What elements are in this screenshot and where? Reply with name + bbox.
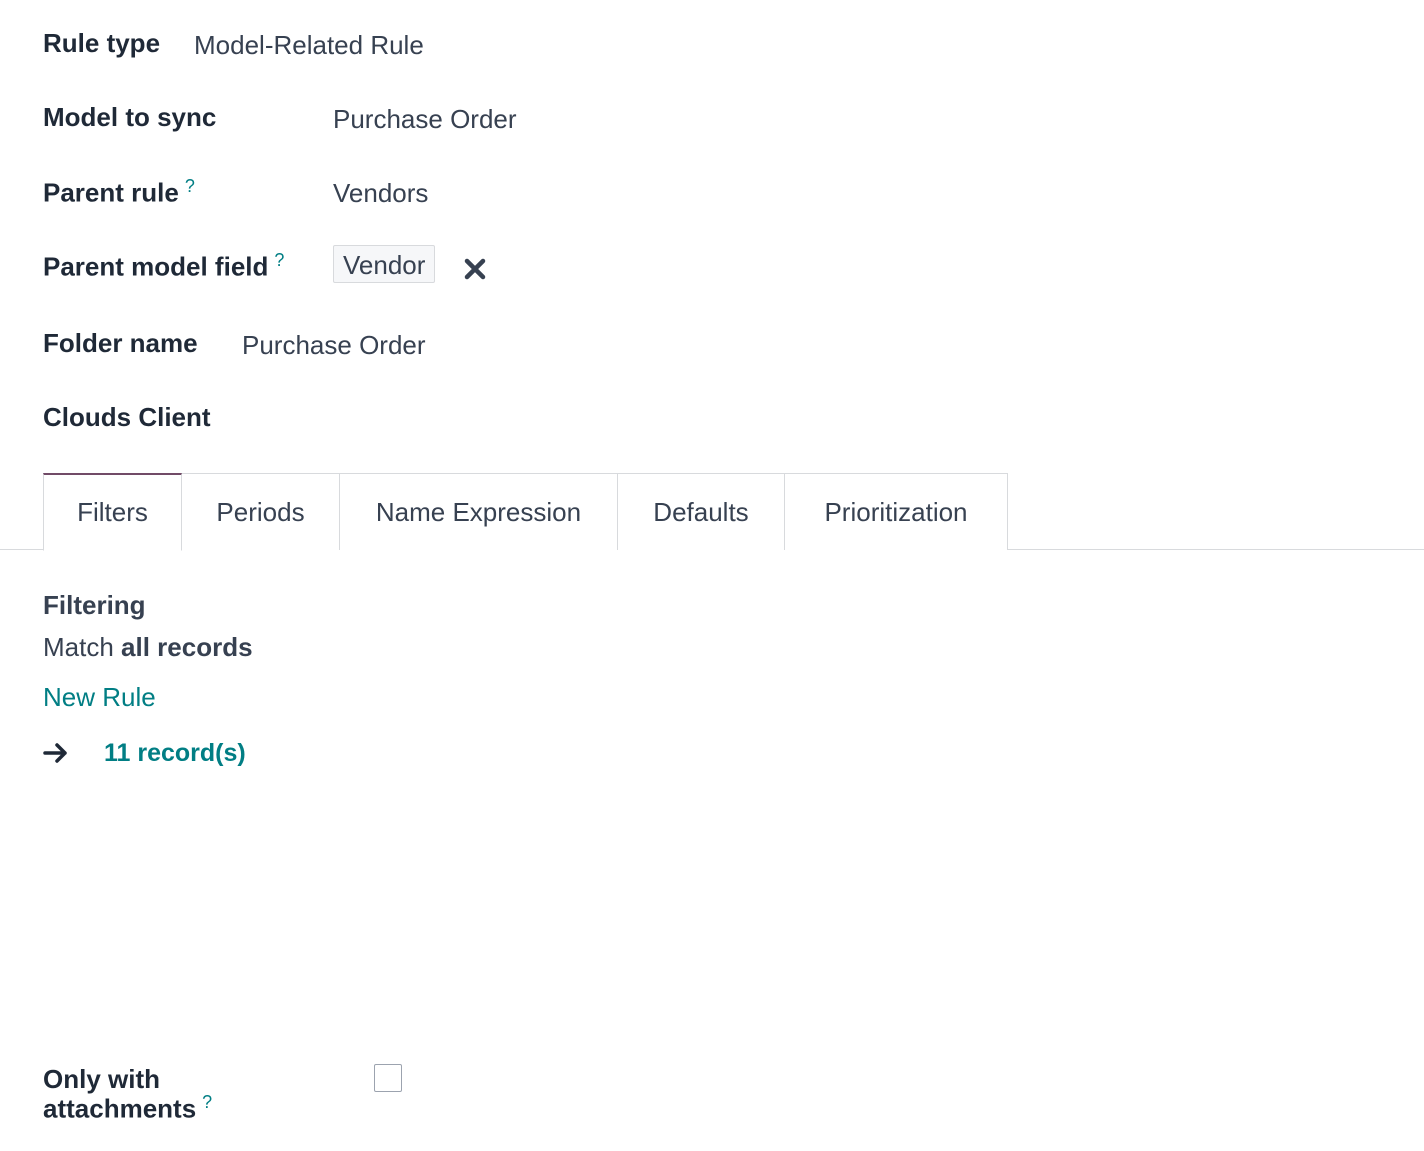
only-with-attachments-help-icon[interactable]: ? xyxy=(202,1092,212,1112)
parent-rule-label: Parent rule? xyxy=(43,176,195,209)
match-value: all records xyxy=(121,632,253,662)
only-with-attachments-label-line2: attachments? xyxy=(43,1092,212,1125)
records-count-link[interactable]: 11 record(s) xyxy=(104,739,246,768)
only-with-attachments-label-line1: Only with xyxy=(43,1064,160,1094)
new-rule-link[interactable]: New Rule xyxy=(43,682,156,713)
folder-name-label: Folder name xyxy=(43,328,198,358)
match-prefix: Match xyxy=(43,632,114,662)
tab-defaults[interactable]: Defaults xyxy=(617,473,785,550)
tab-periods[interactable]: Periods xyxy=(181,473,340,550)
rule-type-value: Model-Related Rule xyxy=(194,30,424,60)
only-with-attachments-checkbox[interactable] xyxy=(374,1064,402,1092)
parent-rule-value: Vendors xyxy=(333,178,429,208)
parent-model-field-label-text: Parent model field xyxy=(43,251,269,282)
model-to-sync-label: Model to sync xyxy=(43,102,217,132)
tab-prioritization[interactable]: Prioritization xyxy=(784,473,1008,550)
match-text: Match all records xyxy=(43,632,253,663)
close-icon[interactable] xyxy=(462,256,488,282)
tab-filters[interactable]: Filters xyxy=(43,473,182,551)
parent-model-field-label: Parent model field? xyxy=(43,250,284,283)
tab-name-expression[interactable]: Name Expression xyxy=(339,473,618,550)
arrow-right-icon xyxy=(43,741,69,765)
parent-model-field-tag[interactable]: Vendor xyxy=(333,245,436,283)
parent-model-field-help-icon[interactable]: ? xyxy=(274,250,284,270)
filtering-heading: Filtering xyxy=(43,590,146,620)
only-with-attachments-label-text: attachments xyxy=(43,1093,197,1124)
rule-type-label: Rule type xyxy=(43,28,161,58)
parent-rule-help-icon[interactable]: ? xyxy=(185,176,195,196)
remove-tag-icon[interactable] xyxy=(462,256,488,282)
parent-rule-label-text: Parent rule xyxy=(43,177,179,208)
model-to-sync-value: Purchase Order xyxy=(333,104,517,134)
folder-name-value: Purchase Order xyxy=(242,330,426,360)
clouds-client-label: Clouds Client xyxy=(43,402,211,432)
